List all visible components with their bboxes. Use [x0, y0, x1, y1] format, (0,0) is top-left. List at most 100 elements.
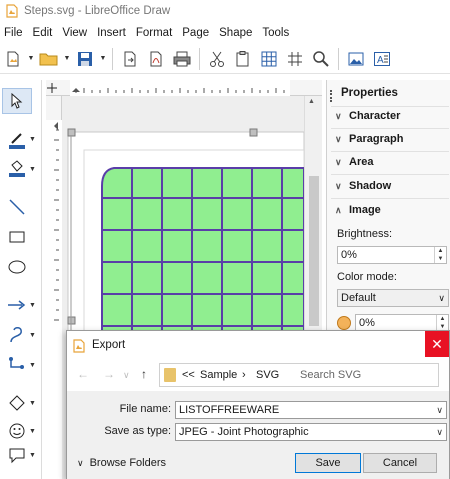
dialog-title-bar[interactable]: Export ✕	[67, 331, 449, 361]
section-shadow[interactable]: ∨ Shadow	[335, 180, 391, 192]
export-pdf-icon[interactable]	[143, 46, 169, 72]
sidebar-title: Properties	[341, 87, 398, 99]
transparency-icon	[337, 316, 351, 330]
color-mode-select[interactable]: Default ∨	[337, 289, 449, 307]
new-dropdown-arrow[interactable]: ▼	[26, 46, 36, 72]
file-name-field[interactable]: LISTOFFREEWARE ∨	[175, 401, 447, 419]
selection-handle[interactable]	[249, 128, 258, 137]
menu-shape[interactable]: Shape	[214, 27, 257, 39]
up-arrow-icon[interactable]: ↑	[141, 367, 147, 381]
callout-shape-icon[interactable]	[2, 442, 32, 468]
navigation-row: ← → ∨ ↑ << Sample › SVG Search SVG	[67, 361, 449, 389]
text-box-icon[interactable]: A	[369, 46, 395, 72]
diamond-shape-icon[interactable]	[2, 390, 32, 416]
color-mode-value: Default	[341, 292, 376, 304]
open-folder-icon[interactable]	[36, 46, 62, 72]
callout-dropdown[interactable]: ▼	[29, 452, 36, 459]
chevron-down-icon: ∨	[438, 293, 445, 303]
fill-color-icon[interactable]	[2, 156, 32, 182]
transparency-value: 0%	[359, 317, 375, 329]
menu-view[interactable]: View	[57, 27, 92, 39]
open-dropdown-arrow[interactable]: ▼	[62, 46, 72, 72]
path-segment-svg[interactable]: SVG	[256, 369, 279, 381]
brightness-label: Brightness:	[337, 228, 393, 240]
transparency-spinner[interactable]: ▲ ▼	[436, 315, 448, 331]
curve-dropdown[interactable]: ▼	[29, 332, 36, 339]
curve-tool-icon[interactable]	[2, 322, 32, 348]
section-paragraph[interactable]: ∨ Paragraph	[335, 133, 403, 145]
diamond-dropdown[interactable]: ▼	[29, 400, 36, 407]
recent-dropdown-icon[interactable]: ∨	[123, 370, 130, 381]
line-tool-icon[interactable]	[2, 194, 32, 220]
new-document-icon[interactable]	[0, 46, 26, 72]
search-input[interactable]: Search SVG	[300, 369, 361, 381]
chevron-down-icon[interactable]: ∨	[436, 402, 443, 418]
arrow-dropdown[interactable]: ▼	[29, 302, 36, 309]
path-chevron-icon: ›	[242, 369, 246, 381]
zoom-icon[interactable]	[308, 46, 334, 72]
ellipse-tool-icon[interactable]	[2, 254, 32, 280]
smiley-shape-icon[interactable]	[2, 418, 32, 444]
connector-icon[interactable]	[2, 352, 32, 378]
cancel-button[interactable]: Cancel	[363, 453, 437, 473]
toolbar-separator	[112, 47, 113, 70]
section-image[interactable]: ∧ Image	[335, 204, 381, 216]
cut-icon[interactable]	[204, 46, 230, 72]
menu-edit[interactable]: Edit	[28, 27, 58, 39]
menu-format[interactable]: Format	[131, 27, 177, 39]
paste-icon[interactable]	[230, 46, 256, 72]
section-character[interactable]: ∨ Character	[335, 110, 400, 122]
selection-handle[interactable]	[67, 128, 76, 137]
close-button[interactable]: ✕	[425, 331, 449, 357]
smiley-dropdown[interactable]: ▼	[29, 428, 36, 435]
image-icon[interactable]	[343, 46, 369, 72]
horizontal-ruler	[46, 80, 322, 96]
file-name-label: File name:	[119, 403, 171, 415]
color-mode-label: Color mode:	[337, 271, 397, 283]
rectangle-tool-icon[interactable]	[2, 224, 32, 250]
line-color-icon[interactable]	[2, 128, 32, 154]
address-bar[interactable]: << Sample › SVG Search SVG	[159, 363, 439, 387]
toolbar-separator	[199, 47, 200, 70]
divider	[331, 198, 449, 199]
menu-page[interactable]: Page	[177, 27, 214, 39]
export-icon[interactable]	[117, 46, 143, 72]
scroll-up-arrow[interactable]: ▲	[308, 98, 315, 105]
title-bar: Steps.svg - LibreOffice Draw	[0, 0, 450, 22]
save-icon[interactable]	[72, 46, 98, 72]
print-icon[interactable]	[169, 46, 195, 72]
section-label: Shadow	[349, 180, 392, 192]
fill-color-dropdown[interactable]: ▼	[29, 166, 36, 173]
divider	[331, 106, 449, 107]
brightness-spinner[interactable]: ▲ ▼	[434, 247, 446, 263]
path-segment-sample[interactable]: Sample	[200, 369, 237, 381]
grid-icon[interactable]	[256, 46, 282, 72]
export-dialog: Export ✕ ← → ∨ ↑ << Sample › SVG Search …	[66, 330, 450, 479]
brightness-field[interactable]: 0% ▲ ▼	[337, 246, 447, 264]
vertical-ruler	[46, 96, 62, 479]
select-icon[interactable]	[2, 88, 32, 114]
save-button[interactable]: Save	[295, 453, 361, 473]
line-color-dropdown[interactable]: ▼	[29, 136, 36, 143]
connector-dropdown[interactable]: ▼	[29, 362, 36, 369]
section-area[interactable]: ∨ Area	[335, 156, 373, 168]
back-arrow-icon[interactable]: ←	[77, 367, 89, 381]
save-as-type-value: JPEG - Joint Photographic	[179, 426, 309, 438]
chevron-down-icon[interactable]: ∨	[436, 424, 443, 440]
menu-file[interactable]: File	[0, 27, 28, 39]
brightness-value: 0%	[341, 249, 357, 261]
save-dropdown-arrow[interactable]: ▼	[98, 46, 108, 72]
browse-folders-label: Browse Folders	[89, 457, 167, 469]
chevron-down-icon: ∨	[335, 156, 342, 167]
menu-insert[interactable]: Insert	[92, 27, 131, 39]
arrow-line-icon[interactable]	[2, 292, 32, 318]
save-as-type-select[interactable]: JPEG - Joint Photographic ∨	[175, 423, 447, 441]
scrollbar-thumb[interactable]	[309, 176, 319, 326]
divider	[331, 128, 449, 129]
menu-tools[interactable]: Tools	[257, 27, 294, 39]
browse-folders-toggle[interactable]: ∨ Browse Folders	[77, 457, 166, 469]
snap-grid-icon[interactable]	[282, 46, 308, 72]
svg-text:A: A	[377, 55, 384, 66]
path-overflow[interactable]: <<	[182, 369, 195, 381]
forward-arrow-icon[interactable]: →	[103, 367, 115, 381]
